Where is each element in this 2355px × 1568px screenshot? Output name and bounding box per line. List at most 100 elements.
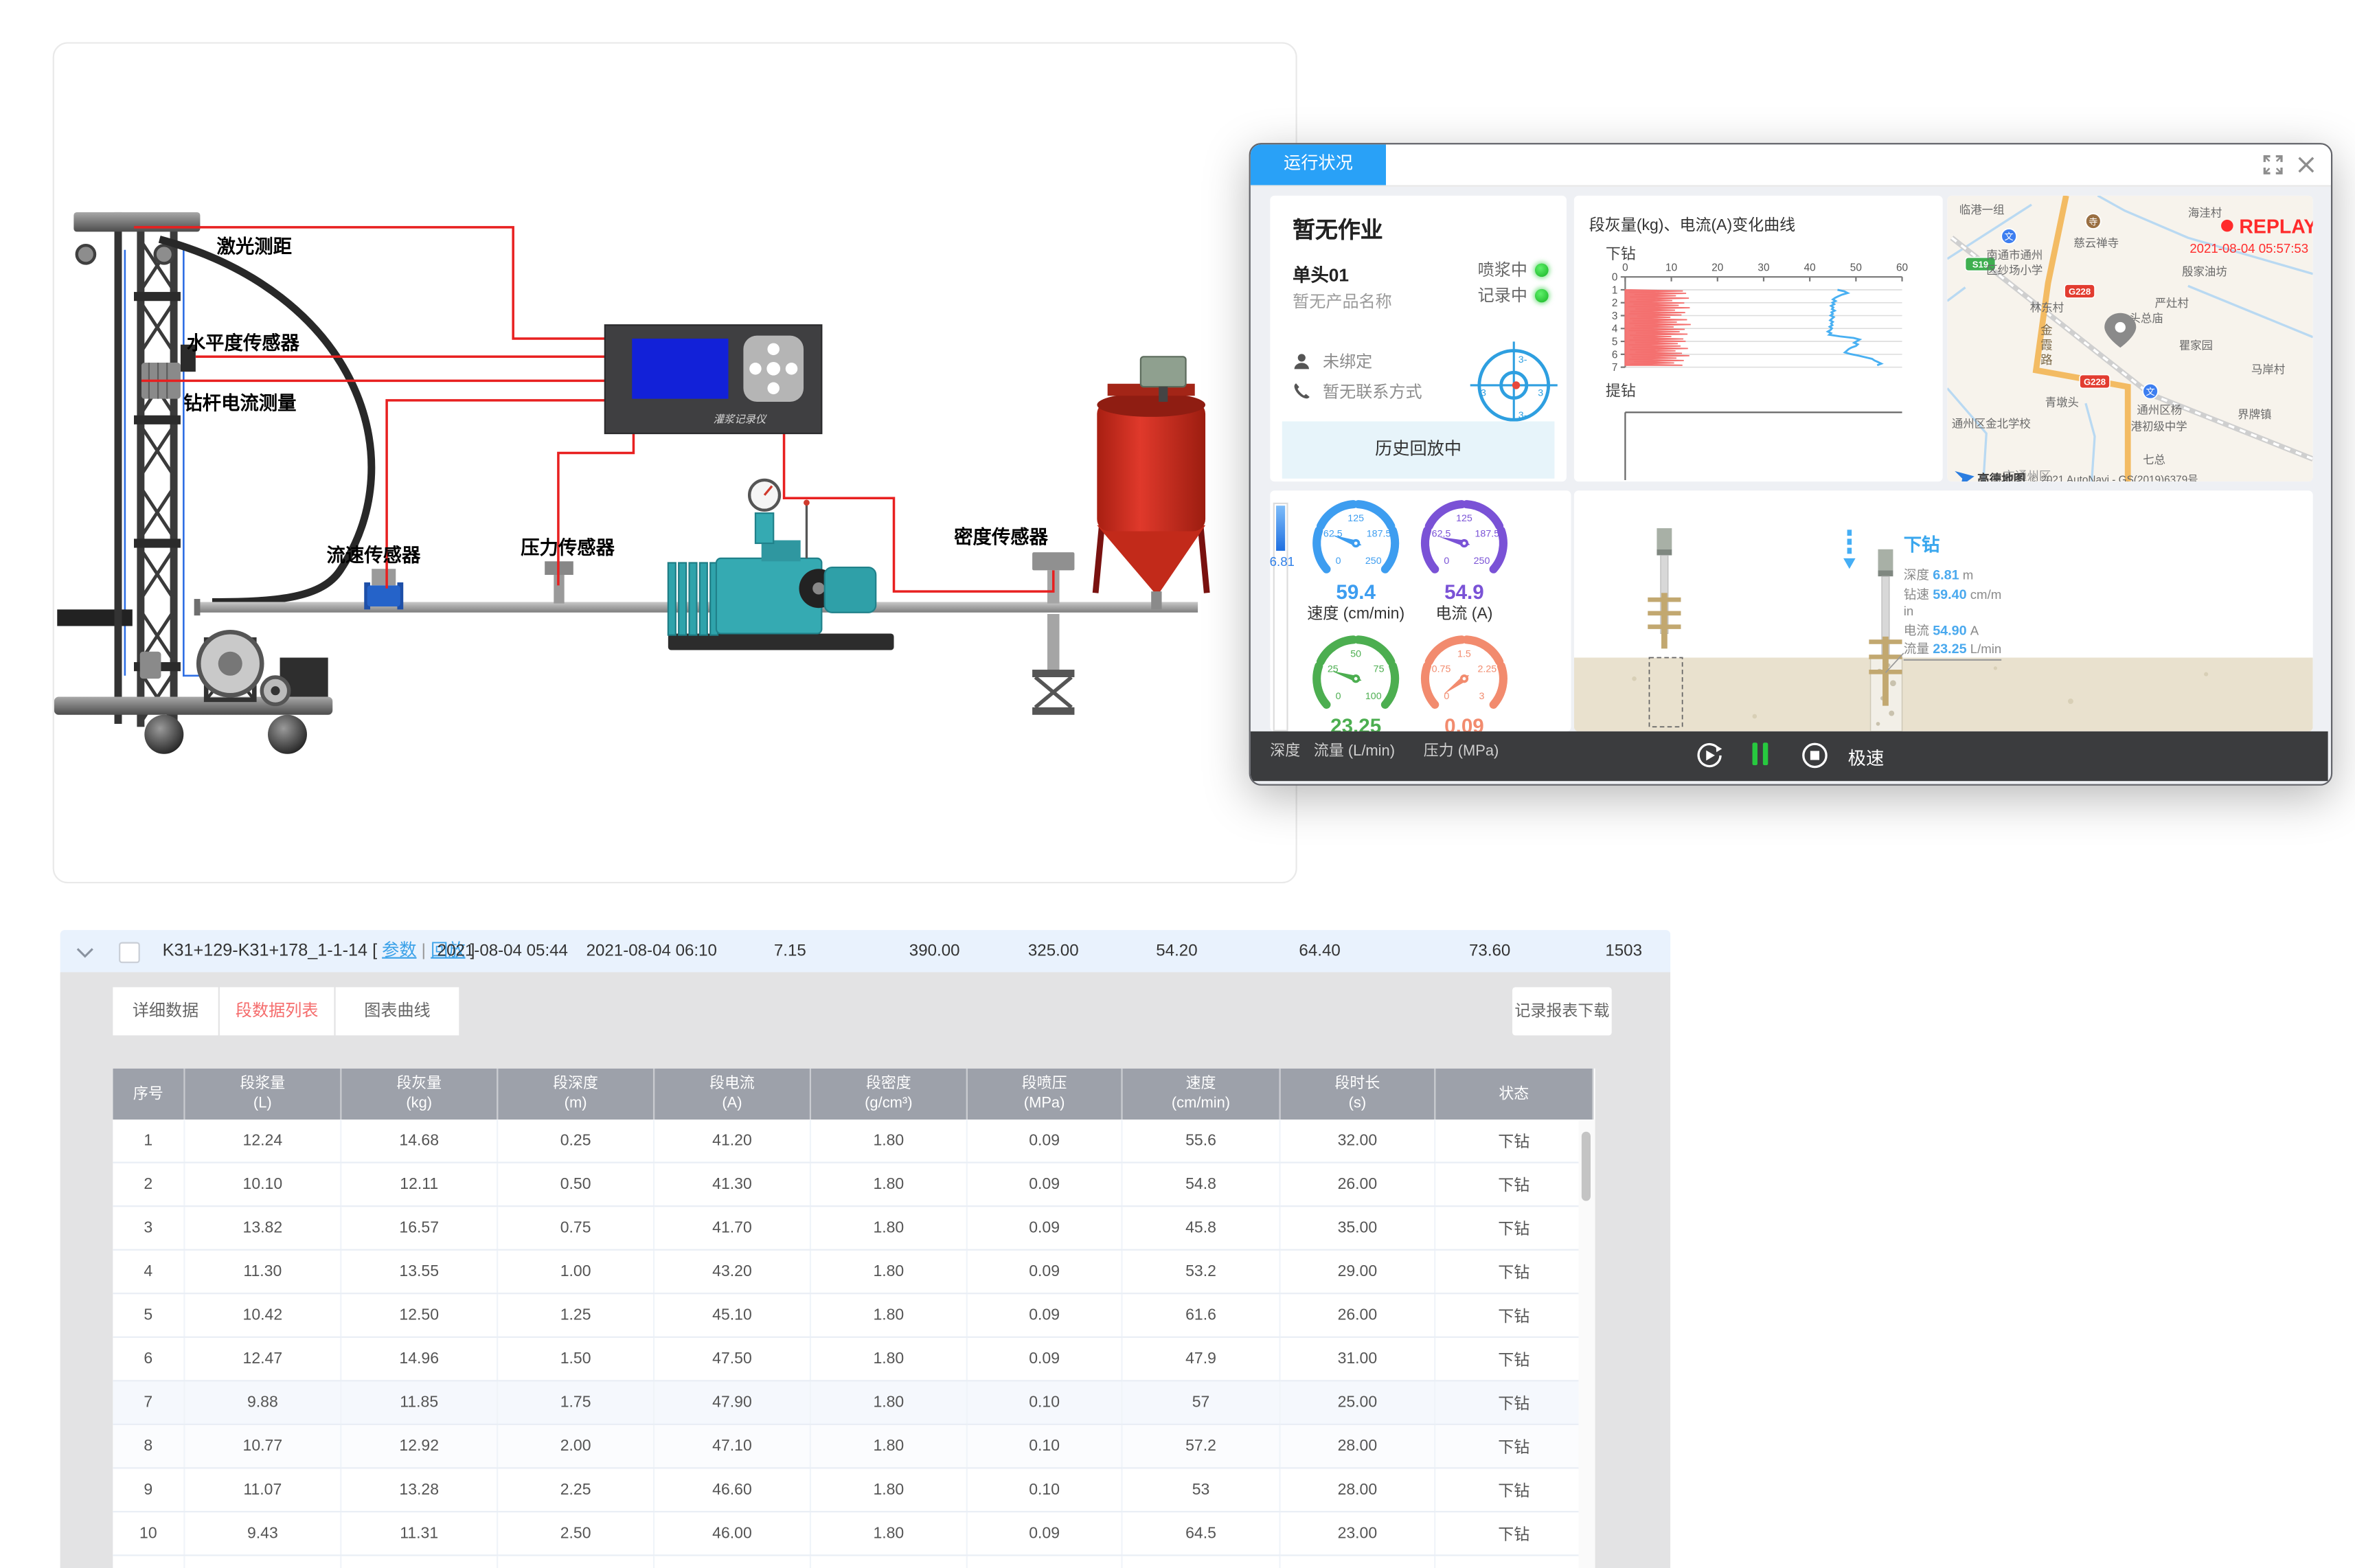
segment-table: 序号段浆量(L)段灰量(kg)段深度(m)段电流(A)段密度(g/cm³)段喷压… (113, 1069, 1593, 1568)
level-tick-top: 3- (1518, 354, 1527, 365)
table-scrollbar-thumb[interactable] (1582, 1132, 1591, 1201)
label-rod-current: 钻杆电流测量 (183, 392, 296, 413)
drill-rod-right (1869, 549, 1902, 731)
svg-text:187.5: 187.5 (1367, 529, 1391, 540)
depth-bar-gauge (1273, 503, 1288, 731)
pause-button[interactable] (1751, 742, 1769, 766)
params-link[interactable]: 参数 (382, 942, 416, 960)
svg-text:250: 250 (1365, 556, 1382, 567)
map-label: 殷家油坊 (2182, 266, 2227, 278)
svg-text:6: 6 (1612, 349, 1618, 361)
stop-button[interactable] (1801, 742, 1828, 769)
gauge-speed-value: 59.4 (1303, 581, 1408, 604)
tab-chart-curve[interactable]: 图表曲线 (336, 987, 459, 1035)
table-row[interactable]: 810.7712.922.0047.101.800.1057.228.00下钻 (113, 1424, 1593, 1468)
table-row[interactable]: 510.4212.501.2545.101.800.0961.626.00下钻 (113, 1293, 1593, 1337)
svg-text:文: 文 (2005, 231, 2014, 242)
record-detail-area: 详细数据 段数据列表 图表曲线 记录报表下载 序号段浆量(L)段灰量(kg)段深… (60, 972, 1670, 1568)
contact-row: 暂无联系方式 (1293, 379, 1422, 403)
svg-text:7: 7 (1612, 362, 1618, 374)
drill-speed-wrap-row: in (1904, 604, 1914, 619)
svg-text:0: 0 (1444, 556, 1449, 567)
svg-text:25: 25 (1328, 664, 1339, 675)
expand-icon[interactable] (2262, 153, 2284, 176)
map-label: 青墩头 (2045, 397, 2079, 409)
job-title: 暂无作业 (1293, 214, 1383, 245)
drill-current-row: 电流 54.90 A (1904, 622, 1979, 639)
mixing-tank (1095, 356, 1207, 609)
map-label: 林东村 (2030, 302, 2064, 315)
replay-dot (2221, 220, 2233, 232)
record-title: K31+129-K31+178_1-1-14 [ 参数 | 回放 ] (163, 930, 475, 972)
map-label: 严灶村 (2155, 297, 2189, 310)
ground (1574, 658, 2313, 731)
map-label: 南通市通州 (1986, 249, 2043, 262)
map-card: 金霞路 G228G228S19 文文寺 临港一组海洼村南通市通州区纱场小学慈云禅… (1947, 196, 2312, 481)
table-row[interactable]: 411.3013.551.0043.201.800.0953.229.00下钻 (113, 1250, 1593, 1294)
table-row[interactable]: 210.1012.110.5041.301.800.0954.826.00下钻 (113, 1163, 1593, 1207)
svg-text:50: 50 (1850, 262, 1862, 273)
table-row[interactable]: 612.4714.961.5047.501.800.0947.931.00下钻 (113, 1337, 1593, 1381)
map-label: 七总 (2143, 454, 2165, 466)
table-row[interactable]: 79.8811.851.7547.901.800.105725.00下钻 (113, 1380, 1593, 1424)
map-attribution: © 2021 AutoNavi - GS(2019)6379号 (2030, 474, 2198, 481)
operator-row: 未绑定 (1293, 349, 1372, 373)
col-header: 段浆量(L) (184, 1069, 341, 1120)
record-status-dot (1535, 288, 1549, 302)
map-label: 通州区金北学校 (1952, 418, 2031, 430)
svg-text:霞: 霞 (2040, 338, 2053, 352)
record-start-time: 2021-08-04 05:44 (437, 930, 568, 972)
svg-text:100: 100 (1365, 691, 1382, 702)
map-label: 界牌镇 (2238, 409, 2271, 421)
table-row[interactable]: 1113.1015.712.7545.601.800.094533.00下钻 (113, 1556, 1593, 1568)
svg-text:3: 3 (1612, 310, 1618, 322)
svg-text:20: 20 (1711, 262, 1723, 273)
empty-pull-chart (1625, 412, 1902, 480)
close-icon[interactable] (2295, 153, 2317, 176)
table-scrollbar[interactable] (1578, 1120, 1595, 1568)
drill-status: 下钻 (1904, 531, 1940, 556)
tab-detail-data[interactable]: 详细数据 (113, 987, 218, 1035)
svg-text:0: 0 (1444, 691, 1449, 702)
drill-speed-row: 钻速 59.40 cm/m (1904, 585, 2002, 603)
status-spraying: 喷浆中 (1478, 258, 1549, 282)
amap-logo-text: 高德地图 (1977, 472, 2025, 481)
panel-header: 运行状况 (1251, 144, 2331, 186)
col-header: 段密度(g/cm³) (810, 1069, 967, 1120)
label-level: 水平度传感器 (187, 332, 300, 353)
footer-depth-label: 深度 (1262, 738, 1308, 760)
chevron-down-icon[interactable] (76, 946, 95, 959)
label-pressure: 压力传感器 (521, 536, 615, 558)
col-header: 段喷压(MPa) (967, 1069, 1122, 1120)
svg-text:G228: G228 (2069, 286, 2091, 297)
recorder-screen (632, 339, 728, 399)
replay-text: REPLAY (2239, 216, 2312, 238)
playback-speed-label[interactable]: 极速 (1848, 745, 1885, 771)
record-value: 54.20 (1156, 930, 1197, 972)
record-summary-row[interactable]: K31+129-K31+178_1-1-14 [ 参数 | 回放 ] 2021-… (60, 930, 1670, 972)
record-value: 325.00 (1028, 930, 1079, 972)
tab-running-status[interactable]: 运行状况 (1251, 144, 1386, 185)
svg-text:G228: G228 (2084, 376, 2106, 387)
map[interactable]: 金霞路 G228G228S19 文文寺 临港一组海洼村南通市通州区纱场小学慈云禅… (1947, 196, 2312, 481)
replay-play-button[interactable] (1696, 742, 1722, 769)
drill-depth-row: 深度 6.81 m (1904, 566, 1974, 584)
record-checkbox[interactable] (119, 942, 140, 964)
depth-bar-value: 6.81 (1266, 554, 1299, 569)
map-label: 区纱场小学 (1986, 264, 2043, 277)
svg-text:187.5: 187.5 (1475, 529, 1500, 540)
tab-segment-list[interactable]: 段数据列表 (220, 987, 334, 1035)
svg-text:40: 40 (1804, 262, 1816, 273)
download-report-button[interactable]: 记录报表下载 (1512, 987, 1612, 1035)
svg-text:10: 10 (1665, 262, 1677, 273)
table-row[interactable]: 911.0713.282.2546.601.800.105328.00下钻 (113, 1468, 1593, 1512)
flow-sensor (364, 569, 403, 609)
table-row[interactable]: 313.8216.570.7541.701.800.0945.835.00下钻 (113, 1206, 1593, 1250)
table-row[interactable]: 109.4311.312.5046.001.800.0964.523.00下钻 (113, 1512, 1593, 1556)
status-panel: 运行状况 暂无作业 单头01 暂无产品名称 喷浆中 记录中 (1249, 143, 2333, 786)
col-header: 状态 (1435, 1069, 1593, 1120)
record-end-time: 2021-08-04 06:10 (587, 930, 717, 972)
table-row[interactable]: 112.2414.680.2541.201.800.0955.632.00下钻 (113, 1120, 1593, 1162)
svg-text:60: 60 (1896, 262, 1908, 273)
person-icon (1293, 352, 1310, 370)
